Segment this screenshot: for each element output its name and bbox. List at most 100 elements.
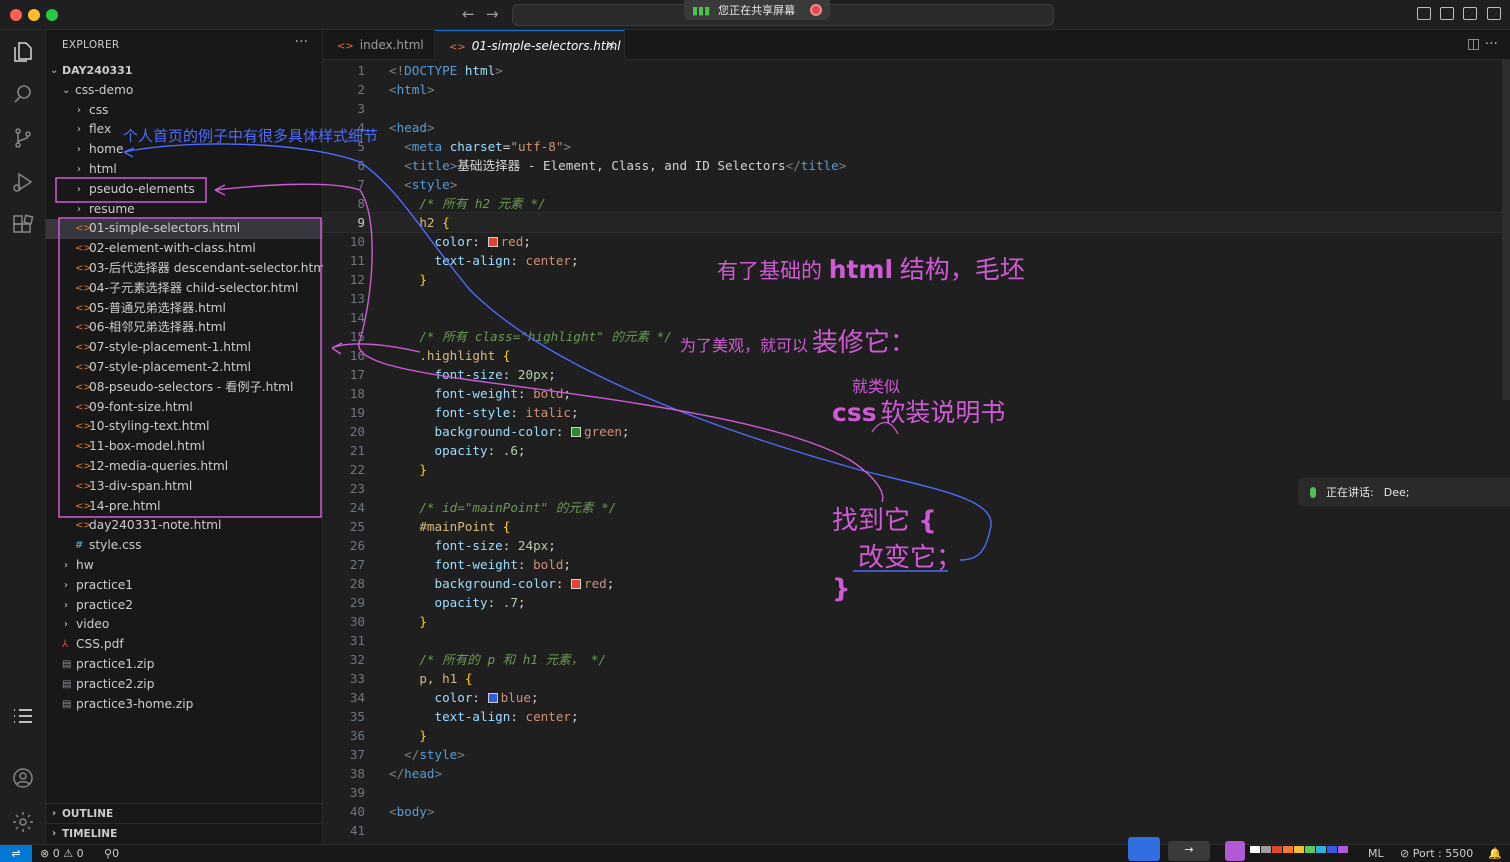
annotation-tool-arrow-icon[interactable]: →: [1168, 841, 1210, 861]
remote-indicator-icon[interactable]: ⇌: [0, 845, 32, 862]
code-line[interactable]: 22 }: [323, 460, 1510, 479]
problems-indicator[interactable]: ⊗ 0 ⚠ 0: [40, 845, 84, 862]
tree-file[interactable]: <> 07-style-placement-2.html: [46, 358, 323, 378]
notifications-bell-icon[interactable]: 🔔: [1488, 845, 1502, 862]
explorer-files-icon[interactable]: [11, 40, 35, 64]
customize-layout-icon[interactable]: [1487, 7, 1501, 20]
code-line[interactable]: 31: [323, 631, 1510, 650]
color-swatch-icon[interactable]: [487, 693, 498, 703]
code-line[interactable]: 37 </style>: [323, 745, 1510, 764]
list-view-icon[interactable]: [11, 704, 35, 728]
tab-index-html[interactable]: <> index.html: [323, 30, 435, 60]
toggle-panel-icon[interactable]: [1440, 7, 1454, 20]
tree-file[interactable]: <> 01-simple-selectors.html: [46, 219, 323, 240]
code-line[interactable]: 34 color: blue;: [323, 688, 1510, 707]
code-line[interactable]: 7 <style>: [323, 175, 1510, 194]
code-line[interactable]: 40 <body>: [323, 802, 1510, 821]
tree-file[interactable]: <> 13-div-span.html: [46, 477, 323, 497]
code-line[interactable]: 38 </head>: [323, 764, 1510, 783]
code-line[interactable]: 5 <meta charset="utf-8">: [323, 137, 1510, 156]
code-line[interactable]: 15 /* 所有 class="highlight" 的元素 */: [323, 327, 1510, 346]
tree-file[interactable]: <> 03-后代选择器 descendant-selector.html: [46, 259, 329, 279]
annotation-tool-pointer[interactable]: [1128, 837, 1160, 861]
tree-file[interactable]: <> 05-普通兄弟选择器.html: [46, 299, 323, 319]
color-swatch-icon[interactable]: [571, 579, 581, 589]
search-icon[interactable]: [11, 82, 35, 106]
close-tab-icon[interactable]: ×: [605, 31, 616, 61]
tree-file[interactable]: ▤ practice1.zip: [46, 655, 323, 675]
code-line[interactable]: 35 text-align: center;: [323, 707, 1510, 726]
code-line[interactable]: 4 <head>: [323, 118, 1510, 137]
outline-section[interactable]: › OUTLINE: [46, 803, 323, 823]
code-line[interactable]: 1 <!DOCTYPE html>: [323, 61, 1510, 80]
code-line[interactable]: 10 color: red;: [323, 232, 1510, 251]
folder-css-demo[interactable]: ⌄ css-demo: [46, 81, 323, 101]
annotation-color-selected[interactable]: [1225, 841, 1245, 861]
code-line[interactable]: 41: [323, 821, 1510, 840]
editor-scrollbar[interactable]: [1502, 60, 1510, 400]
tree-file[interactable]: <> day240331-note.html: [46, 516, 323, 536]
tree-file[interactable]: ⅄ CSS.pdf: [46, 635, 323, 655]
more-actions-icon[interactable]: ···: [295, 34, 308, 50]
code-line[interactable]: 13: [323, 289, 1510, 308]
maximize-window-button[interactable]: [46, 9, 58, 21]
code-line[interactable]: 9 h2 {: [323, 212, 1510, 233]
code-line[interactable]: 39: [323, 783, 1510, 802]
code-line[interactable]: 16 .highlight {: [323, 346, 1510, 365]
tree-file[interactable]: <> 14-pre.html: [46, 497, 323, 517]
tree-file[interactable]: <> 09-font-size.html: [46, 398, 323, 418]
tree-folder[interactable]: › practice2: [46, 596, 323, 616]
live-server-port[interactable]: ⊘ Port : 5500: [1400, 845, 1473, 862]
code-line[interactable]: 28 background-color: red;: [323, 574, 1510, 593]
ml-indicator[interactable]: ML: [1368, 845, 1384, 862]
stop-share-icon[interactable]: [810, 4, 822, 16]
tree-file[interactable]: ▤ practice2.zip: [46, 675, 323, 695]
code-line[interactable]: 36 }: [323, 726, 1510, 745]
tree-folder[interactable]: › practice1: [46, 576, 323, 596]
tree-file[interactable]: <> 07-style-placement-1.html: [46, 338, 323, 358]
split-editor-icon[interactable]: ◫ ···: [1467, 36, 1498, 52]
close-window-button[interactable]: [10, 9, 22, 21]
tree-folder[interactable]: › html: [46, 160, 323, 180]
root-folder[interactable]: ⌄ DAY240331: [46, 61, 323, 81]
tree-folder[interactable]: › hw: [46, 556, 323, 576]
tree-folder[interactable]: › css: [46, 101, 323, 121]
tree-file[interactable]: <> 06-相邻兄弟选择器.html: [46, 318, 323, 338]
ports-indicator[interactable]: ⚲0: [104, 845, 119, 862]
code-line[interactable]: 29 opacity: .7;: [323, 593, 1510, 612]
source-control-icon[interactable]: [11, 126, 35, 150]
annotation-color-palette[interactable]: [1250, 846, 1348, 862]
extensions-icon[interactable]: [11, 213, 35, 237]
tree-folder[interactable]: › resume: [46, 200, 323, 220]
code-line[interactable]: 14: [323, 308, 1510, 327]
toggle-secondary-sidebar-icon[interactable]: [1463, 7, 1477, 20]
code-editor[interactable]: 1 <!DOCTYPE html> 2 <html> 3 4 <head> 5 <meta c…: [323, 60, 1510, 844]
code-line[interactable]: 32 /* 所有的 p 和 h1 元素， */: [323, 650, 1510, 669]
tree-file[interactable]: <> 04-子元素选择器 child-selector.html: [46, 279, 323, 299]
tree-file[interactable]: # style.css: [46, 536, 323, 556]
code-line[interactable]: 3: [323, 99, 1510, 118]
tree-folder[interactable]: › pseudo-elements: [46, 180, 323, 200]
code-line[interactable]: 30 }: [323, 612, 1510, 631]
tree-file[interactable]: <> 12-media-queries.html: [46, 457, 323, 477]
tree-file[interactable]: ▤ practice3-home.zip: [46, 695, 323, 715]
settings-gear-icon[interactable]: [11, 810, 35, 834]
tab-01-simple-selectors[interactable]: <> 01-simple-selectors.html ×: [435, 30, 625, 60]
account-icon[interactable]: [11, 766, 35, 790]
run-debug-icon[interactable]: [11, 170, 35, 194]
tree-file[interactable]: <> 02-element-with-class.html: [46, 239, 323, 259]
tree-file[interactable]: <> 11-box-model.html: [46, 437, 323, 457]
code-line[interactable]: 2 <html>: [323, 80, 1510, 99]
code-line[interactable]: 21 opacity: .6;: [323, 441, 1510, 460]
tree-file[interactable]: <> 10-styling-text.html: [46, 417, 323, 437]
minimize-window-button[interactable]: [28, 9, 40, 21]
color-swatch-icon[interactable]: [487, 237, 498, 247]
screen-share-indicator[interactable]: ▮▮▮ 您正在共享屏幕: [684, 0, 830, 20]
code-line[interactable]: 33 p, h1 {: [323, 669, 1510, 688]
back-arrow-icon[interactable]: ←: [462, 5, 475, 23]
timeline-section[interactable]: › TIMELINE: [46, 823, 323, 843]
forward-arrow-icon[interactable]: →: [486, 5, 499, 23]
color-swatch-icon[interactable]: [571, 427, 581, 437]
tree-folder[interactable]: › video: [46, 615, 323, 635]
code-line[interactable]: 6 <title>基础选择器 - Element, Class, and ID …: [323, 156, 1510, 175]
